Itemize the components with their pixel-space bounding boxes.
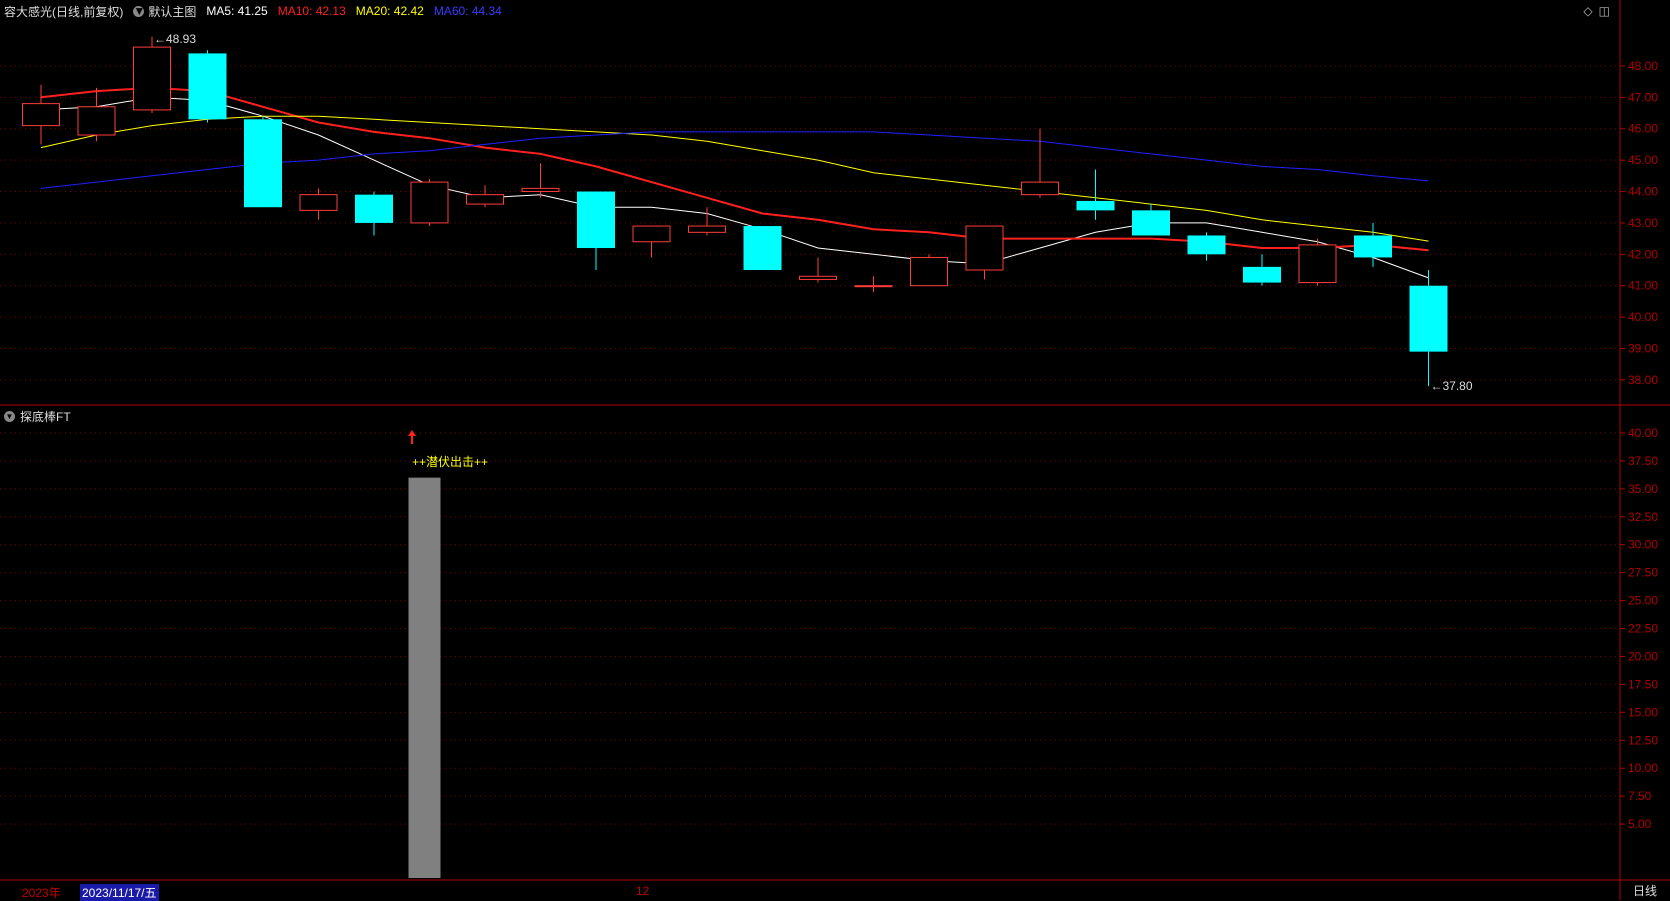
candle-body [1132,210,1170,236]
candle-body [299,194,338,211]
candle-up [410,178,449,227]
candle-up [466,185,504,208]
price-tick-label: 39.00 [1628,341,1658,355]
candle-body [355,194,393,223]
date-label: 2023/11/17/五 [80,884,159,901]
price-tick-label: 43.00 [1628,216,1658,230]
candle-down [1243,254,1281,286]
candle-body [1298,244,1337,284]
indicator-tick-label: 5.00 [1628,817,1652,831]
candle-down [188,50,227,123]
candle-body [133,46,171,111]
candle-body [22,103,60,127]
candle-body [1409,285,1448,352]
candle-body [1354,235,1392,258]
candle-body [410,181,449,224]
indicator-tick-label: 17.50 [1628,677,1658,691]
candle-up [77,87,116,142]
price-tick-label: 46.00 [1628,122,1658,136]
candle-up [1298,238,1337,286]
candle-up [799,257,837,283]
price-tick-label: 48.00 [1628,59,1658,73]
month-label: 12 [636,884,650,898]
indicator-tick-label: 22.50 [1628,622,1658,636]
candle-body [466,194,504,205]
candle-body [1076,200,1115,211]
indicator-tick-label: 20.00 [1628,649,1658,663]
candle-layer [22,36,1448,387]
candle-up [299,188,338,220]
candle-body [1187,235,1226,255]
indicator-tick-label: 37.50 [1628,454,1658,468]
candle-down [1354,222,1392,267]
candle-up [688,207,726,236]
period-button[interactable]: 日线 [1620,883,1670,900]
high-price-label: ←48.93 [154,32,196,46]
candle-up [133,36,171,114]
time-axis: 2023年 2023/11/17/五 12 [0,883,1670,901]
price-tick-label: 41.00 [1628,279,1658,293]
kline-chart[interactable]: 38.00 39.00 40.00 41.00 42.00 43.00 44.00 45.00… [0,0,1670,900]
candle-body [743,226,782,271]
candle-up [965,225,1004,280]
candle-body [1243,266,1281,283]
candle-body [632,225,671,243]
signal-label: ++潜伏出击++ [412,455,488,469]
price-tick-label: 38.00 [1628,373,1658,387]
candle-up [521,163,560,198]
candle-body [799,275,837,280]
low-price-label: ←37.80 [1431,379,1473,393]
candle-body [188,53,227,120]
indicator-tick-label: 12.50 [1628,733,1658,747]
candle-down [743,226,782,271]
price-tick-label: 44.00 [1628,185,1658,199]
candle-body [244,119,282,208]
signal-arrow-icon [408,430,416,444]
candle-up [632,225,671,258]
candle-body [521,187,560,193]
candle-down [244,116,282,208]
candle-body [965,225,1004,271]
price-tick-label: 45.00 [1628,153,1658,167]
indicator-tick-label: 15.00 [1628,705,1658,719]
indicator-bar [408,477,441,878]
candle-body [688,225,726,233]
price-tick-label: 40.00 [1628,310,1658,324]
candle-body [1021,181,1059,196]
candle-down [1132,204,1170,236]
price-tick-label: 47.00 [1628,90,1658,104]
indicator-tick-label: 32.50 [1628,510,1658,524]
indicator-tick-label: 25.00 [1628,594,1658,608]
candle-up [910,254,948,287]
candle-down [1076,169,1115,220]
candle-down [355,191,393,236]
indicator-tick-label: 27.50 [1628,566,1658,580]
indicator-tick-label: 10.00 [1628,761,1658,775]
grid-layer [0,65,1620,825]
candle-body [77,106,116,136]
indicator-tick-label: 7.50 [1628,789,1652,803]
indicator-tick-label: 35.00 [1628,482,1658,496]
indicator-bar-layer [408,477,441,878]
candle-down [1187,232,1226,261]
year-label: 2023年 [22,886,61,900]
candle-up [1021,128,1059,198]
candle-up [22,84,60,145]
candle-body [577,191,615,249]
candle-up [854,276,893,292]
candle-down [1409,270,1448,387]
price-tick-label: 42.00 [1628,247,1658,261]
candle-body [854,285,893,288]
indicator-tick-label: 30.00 [1628,538,1658,552]
candle-down [577,191,615,271]
indicator-tick-label: 40.00 [1628,426,1658,440]
candle-body [910,256,948,287]
